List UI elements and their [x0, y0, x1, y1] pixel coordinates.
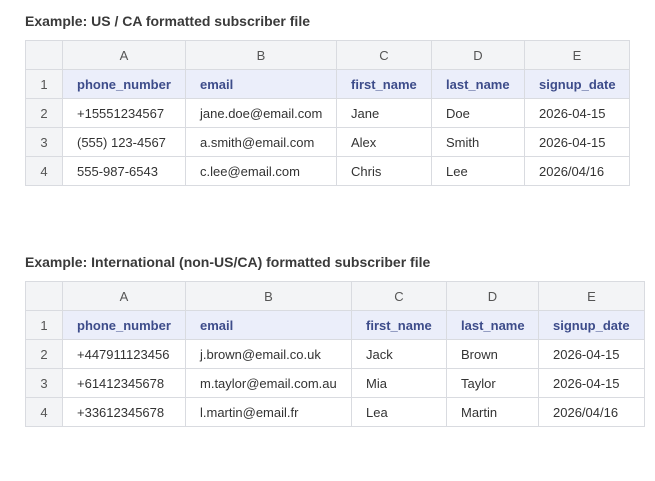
cell-last-name: Smith — [431, 127, 525, 157]
column-header-c: C — [336, 40, 432, 70]
column-header-b: B — [185, 40, 337, 70]
column-header-d: D — [431, 40, 525, 70]
cell-phone-number: phone_number — [62, 310, 186, 340]
cell-first-name: Chris — [336, 156, 432, 186]
corner-cell — [25, 40, 63, 70]
cell-last-name: Lee — [431, 156, 525, 186]
column-header-a: A — [62, 40, 186, 70]
table-row: 4 555-987-6543 c.lee@email.com Chris Lee… — [25, 156, 630, 186]
row-number: 4 — [25, 156, 63, 186]
cell-last-name: last_name — [431, 69, 525, 99]
row-number: 2 — [25, 98, 63, 128]
cell-first-name: first_name — [351, 310, 447, 340]
cell-email: email — [185, 69, 337, 99]
column-header-e: E — [524, 40, 630, 70]
cell-phone-number: phone_number — [62, 69, 186, 99]
section-title-us-ca: Example: US / CA formatted subscriber fi… — [25, 13, 310, 29]
column-header-d: D — [446, 281, 539, 311]
spreadsheet-us-ca: A B C D E 1 phone_number email first_nam… — [25, 40, 630, 186]
column-header-e: E — [538, 281, 645, 311]
row-number: 1 — [25, 69, 63, 99]
table-row: 4 +33612345678 l.martin@email.fr Lea Mar… — [25, 397, 645, 427]
column-header-c: C — [351, 281, 447, 311]
table-row: 2 +15551234567 jane.doe@email.com Jane D… — [25, 98, 630, 128]
cell-signup-date: 2026-04-15 — [538, 339, 645, 369]
section-title-international: Example: International (non-US/CA) forma… — [25, 254, 431, 270]
cell-phone-number: +61412345678 — [62, 368, 186, 398]
cell-phone-number: +33612345678 — [62, 397, 186, 427]
row-number: 4 — [25, 397, 63, 427]
cell-first-name: Jane — [336, 98, 432, 128]
cell-signup-date: 2026-04-15 — [524, 127, 630, 157]
cell-last-name: Martin — [446, 397, 539, 427]
cell-signup-date: 2026/04/16 — [524, 156, 630, 186]
spreadsheet-international: A B C D E 1 phone_number email first_nam… — [25, 281, 645, 427]
cell-signup-date: 2026/04/16 — [538, 397, 645, 427]
cell-email: l.martin@email.fr — [185, 397, 352, 427]
cell-email: email — [185, 310, 352, 340]
cell-phone-number: +447911123456 — [62, 339, 186, 369]
column-header-row: A B C D E — [25, 281, 645, 311]
cell-email: j.brown@email.co.uk — [185, 339, 352, 369]
column-header-row: A B C D E — [25, 40, 630, 70]
row-number: 2 — [25, 339, 63, 369]
cell-signup-date: 2026-04-15 — [538, 368, 645, 398]
cell-first-name: Alex — [336, 127, 432, 157]
corner-cell — [25, 281, 63, 311]
cell-phone-number: +15551234567 — [62, 98, 186, 128]
cell-last-name: Taylor — [446, 368, 539, 398]
cell-signup-date: signup_date — [538, 310, 645, 340]
cell-first-name: Lea — [351, 397, 447, 427]
row-number: 3 — [25, 127, 63, 157]
row-number: 1 — [25, 310, 63, 340]
column-header-a: A — [62, 281, 186, 311]
table-row: 3 (555) 123-4567 a.smith@email.com Alex … — [25, 127, 630, 157]
cell-first-name: Jack — [351, 339, 447, 369]
cell-last-name: Doe — [431, 98, 525, 128]
cell-phone-number: 555-987-6543 — [62, 156, 186, 186]
cell-signup-date: signup_date — [524, 69, 630, 99]
cell-email: m.taylor@email.com.au — [185, 368, 352, 398]
cell-phone-number: (555) 123-4567 — [62, 127, 186, 157]
table-row: 2 +447911123456 j.brown@email.co.uk Jack… — [25, 339, 645, 369]
field-name-row: 1 phone_number email first_name last_nam… — [25, 310, 645, 340]
table-row: 3 +61412345678 m.taylor@email.com.au Mia… — [25, 368, 645, 398]
cell-last-name: Brown — [446, 339, 539, 369]
cell-email: c.lee@email.com — [185, 156, 337, 186]
row-number: 3 — [25, 368, 63, 398]
column-header-b: B — [185, 281, 352, 311]
cell-email: jane.doe@email.com — [185, 98, 337, 128]
cell-first-name: Mia — [351, 368, 447, 398]
cell-signup-date: 2026-04-15 — [524, 98, 630, 128]
cell-email: a.smith@email.com — [185, 127, 337, 157]
cell-first-name: first_name — [336, 69, 432, 99]
cell-last-name: last_name — [446, 310, 539, 340]
field-name-row: 1 phone_number email first_name last_nam… — [25, 69, 630, 99]
